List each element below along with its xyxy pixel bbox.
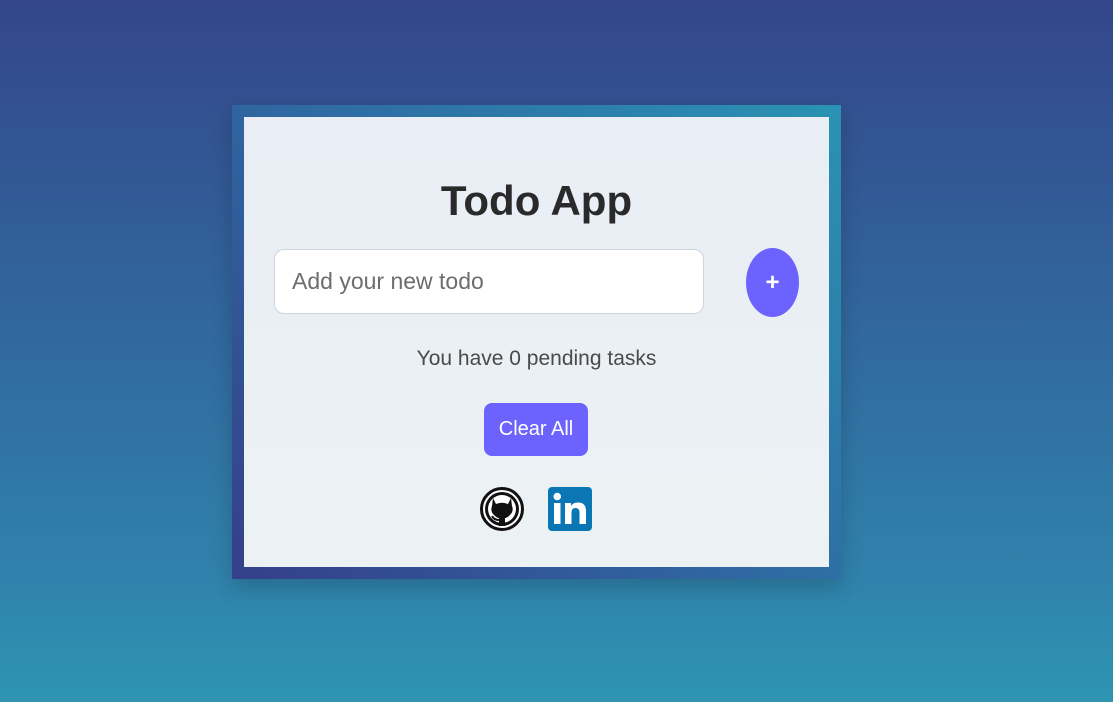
- todo-input[interactable]: [274, 249, 704, 314]
- linkedin-link[interactable]: [548, 487, 592, 531]
- add-todo-button[interactable]: +: [746, 248, 799, 317]
- page-title: Todo App: [440, 177, 633, 224]
- card-frame: Todo App + You have 0 pending tasks Clea…: [232, 105, 841, 579]
- pending-count: You have 0 pending tasks: [416, 347, 657, 370]
- linkedin-icon: [548, 487, 592, 531]
- todo-card: Todo App + You have 0 pending tasks Clea…: [244, 117, 829, 567]
- github-link[interactable]: [480, 487, 524, 531]
- github-icon: [480, 487, 524, 531]
- clear-all-button[interactable]: Clear All: [484, 403, 588, 456]
